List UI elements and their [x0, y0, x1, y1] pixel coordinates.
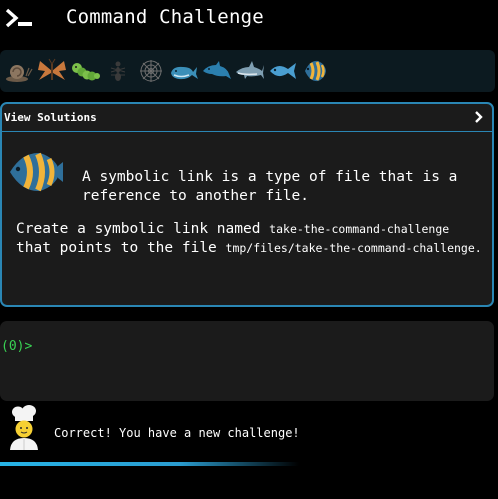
view-solutions-link[interactable]: View Solutions: [4, 111, 97, 124]
caterpillar-icon[interactable]: [69, 56, 100, 86]
app-title: Command Challenge: [66, 6, 264, 28]
dolphin-icon[interactable]: [201, 56, 232, 86]
task-prefix: Create a symbolic link named: [16, 221, 270, 237]
snail-icon[interactable]: [3, 56, 34, 86]
terminal-prompt-icon: [5, 8, 32, 28]
progress-fill: [0, 462, 299, 466]
app-root: Command Challenge View Solutions A symbo…: [0, 0, 498, 499]
spider-web-icon[interactable]: [135, 56, 166, 86]
link-name-code: take-the-command-challenge: [269, 222, 450, 236]
challenge-task: Create a symbolic link named take-the-co…: [16, 220, 486, 258]
target-file-code: tmp/files/take-the-command-challenge: [225, 241, 475, 255]
chevron-right-icon[interactable]: [474, 110, 484, 124]
terminal-input-area[interactable]: (0)>: [0, 321, 494, 401]
task-middle: that points to the file: [16, 240, 226, 256]
feedback-message: Correct! You have a new challenge!: [54, 426, 300, 440]
butterfly-icon[interactable]: [36, 56, 67, 86]
tropical-fish-icon: [10, 152, 63, 192]
chef-avatar-icon: [10, 405, 38, 450]
tropical-fish-icon[interactable]: [300, 56, 331, 86]
task-suffix: .: [474, 241, 482, 255]
challenge-intro: A symbolic link is a type of file that i…: [82, 169, 458, 204]
shark-icon[interactable]: [234, 56, 265, 86]
challenge-card: View Solutions A symbolic link is a type…: [0, 102, 494, 307]
fish-icon[interactable]: [267, 56, 298, 86]
whale-icon[interactable]: [168, 56, 199, 86]
terminal-prompt: (0)>: [1, 339, 33, 354]
level-strip: [0, 50, 495, 92]
header: Command Challenge: [0, 0, 498, 40]
card-header: View Solutions: [2, 104, 492, 132]
progress-bar: [0, 462, 498, 466]
ant-icon[interactable]: [102, 56, 133, 86]
